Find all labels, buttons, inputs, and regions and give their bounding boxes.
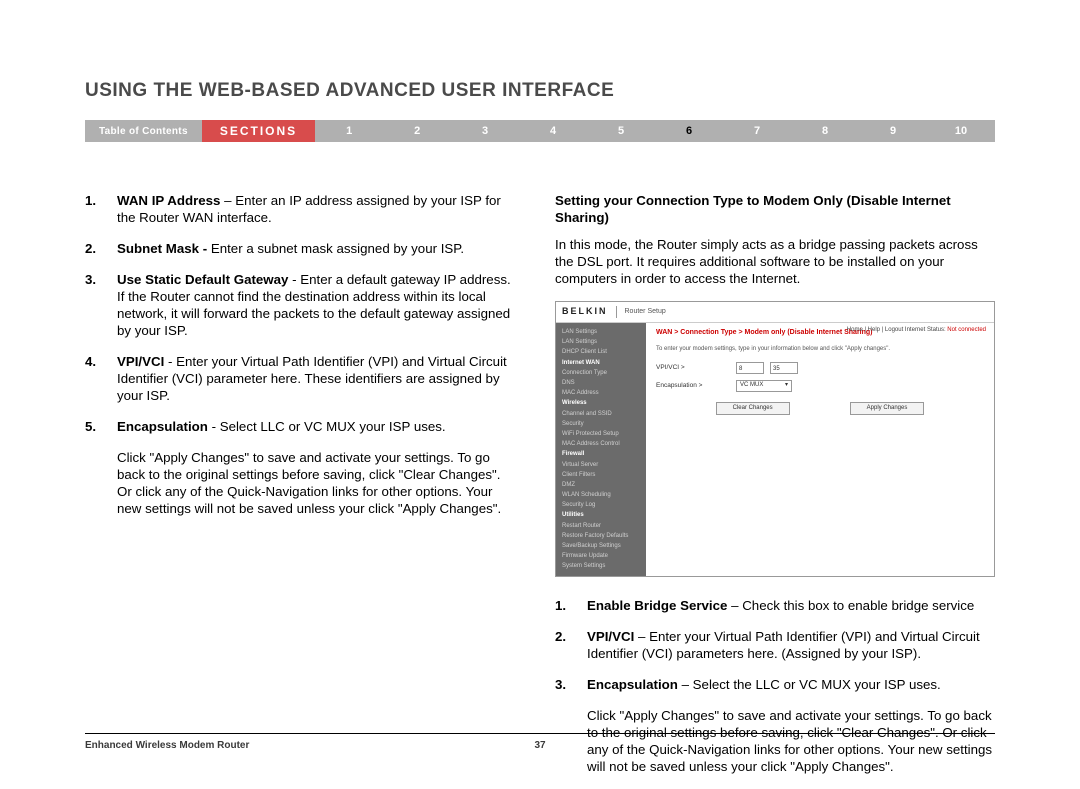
shot-sidebar-item[interactable]: DMZ bbox=[562, 480, 640, 490]
left-list-item: 3.Use Static Default Gateway - Enter a d… bbox=[85, 271, 515, 339]
right-list-item: 1.Enable Bridge Service – Check this box… bbox=[555, 597, 995, 614]
shot-sidebar-item[interactable]: Internet WAN bbox=[562, 358, 640, 368]
list-text: Encapsulation – Select the LLC or VC MUX… bbox=[587, 676, 995, 693]
right-intro: In this mode, the Router simply acts as … bbox=[555, 236, 995, 287]
list-text: Enable Bridge Service – Check this box t… bbox=[587, 597, 995, 614]
shot-sidebar-item[interactable]: Save/Backup Settings bbox=[562, 541, 640, 551]
section-link-6[interactable]: 6 bbox=[655, 120, 723, 142]
list-number: 3. bbox=[555, 676, 587, 693]
shot-sidebar-item[interactable]: Restart Router bbox=[562, 521, 640, 531]
left-list-item: 4.VPI/VCI - Enter your Virtual Path Iden… bbox=[85, 353, 515, 404]
shot-sidebar-item[interactable]: Security Log bbox=[562, 500, 640, 510]
right-list-item: 3.Encapsulation – Select the LLC or VC M… bbox=[555, 676, 995, 693]
list-number: 3. bbox=[85, 271, 117, 339]
list-text: Subnet Mask - Enter a subnet mask assign… bbox=[117, 240, 515, 257]
list-text: Encapsulation - Select LLC or VC MUX you… bbox=[117, 418, 515, 435]
list-number: 1. bbox=[85, 192, 117, 226]
shot-sidebar-item[interactable]: Wireless bbox=[562, 398, 640, 408]
list-number: 5. bbox=[85, 418, 117, 435]
list-number: 4. bbox=[85, 353, 117, 404]
list-number: 2. bbox=[555, 628, 587, 662]
shot-sidebar-item[interactable]: Firewall bbox=[562, 449, 640, 459]
shot-sidebar-item[interactable]: DHCP Client List bbox=[562, 347, 640, 357]
list-number: 1. bbox=[555, 597, 587, 614]
left-list-item: 1.WAN IP Address – Enter an IP address a… bbox=[85, 192, 515, 226]
shot-sidebar-item[interactable]: DNS bbox=[562, 378, 640, 388]
right-column: Setting your Connection Type to Modem On… bbox=[555, 192, 995, 789]
section-link-1[interactable]: 1 bbox=[315, 120, 383, 142]
shot-apply-button[interactable]: Apply Changes bbox=[850, 402, 925, 416]
list-text: WAN IP Address – Enter an IP address ass… bbox=[117, 192, 515, 226]
shot-meta: Home | Help | Logout Internet Status: No… bbox=[847, 327, 986, 335]
list-text: VPI/VCI – Enter your Virtual Path Identi… bbox=[587, 628, 995, 662]
list-number: 2. bbox=[85, 240, 117, 257]
shot-enc-select[interactable]: VC MUX ▾ bbox=[736, 380, 792, 392]
section-link-9[interactable]: 9 bbox=[859, 120, 927, 142]
shot-sidebar-item[interactable]: LAN Settings bbox=[562, 327, 640, 337]
section-link-3[interactable]: 3 bbox=[451, 120, 519, 142]
section-link-10[interactable]: 10 bbox=[927, 120, 995, 142]
shot-sidebar-item[interactable]: System Settings bbox=[562, 561, 640, 571]
sections-label: SECTIONS bbox=[202, 120, 315, 142]
right-subhead: Setting your Connection Type to Modem On… bbox=[555, 192, 995, 226]
shot-title: Router Setup bbox=[625, 308, 666, 317]
shot-sidebar-item[interactable]: MAC Address bbox=[562, 388, 640, 398]
shot-sidebar-item[interactable]: Security bbox=[562, 419, 640, 429]
shot-hint: To enter your modem settings, type in yo… bbox=[656, 346, 984, 354]
section-link-7[interactable]: 7 bbox=[723, 120, 791, 142]
shot-clear-button[interactable]: Clear Changes bbox=[716, 402, 790, 416]
section-link-2[interactable]: 2 bbox=[383, 120, 451, 142]
left-paragraph: Click "Apply Changes" to save and activa… bbox=[117, 449, 515, 517]
shot-sidebar-item[interactable]: Channel and SSID bbox=[562, 409, 640, 419]
shot-sidebar-item[interactable]: MAC Address Control bbox=[562, 439, 640, 449]
shot-vpi-b[interactable]: 35 bbox=[770, 362, 798, 374]
section-link-4[interactable]: 4 bbox=[519, 120, 587, 142]
shot-sidebar-item[interactable]: Connection Type bbox=[562, 368, 640, 378]
shot-sidebar-item[interactable]: Restore Factory Defaults bbox=[562, 531, 640, 541]
shot-vpi-a[interactable]: 8 bbox=[736, 362, 764, 374]
shot-sidebar-item[interactable]: WiFi Protected Setup bbox=[562, 429, 640, 439]
shot-sidebar-item[interactable]: Utilities bbox=[562, 510, 640, 520]
shot-sidebar-item[interactable]: LAN Settings bbox=[562, 337, 640, 347]
chevron-down-icon: ▾ bbox=[785, 382, 788, 390]
shot-sidebar-item[interactable]: Firmware Update bbox=[562, 551, 640, 561]
footer-page-number: 37 bbox=[534, 740, 545, 751]
section-link-5[interactable]: 5 bbox=[587, 120, 655, 142]
toc-link[interactable]: Table of Contents bbox=[85, 120, 202, 142]
shot-enc-label: Encapsulation > bbox=[656, 382, 736, 390]
list-text: Use Static Default Gateway - Enter a def… bbox=[117, 271, 515, 339]
section-link-8[interactable]: 8 bbox=[791, 120, 859, 142]
section-nav: Table of Contents SECTIONS 12345678910 bbox=[85, 120, 995, 142]
shot-sidebar-item[interactable]: Virtual Server bbox=[562, 460, 640, 470]
shot-sidebar: LAN SettingsLAN SettingsDHCP Client List… bbox=[556, 323, 646, 576]
left-list-item: 2.Subnet Mask - Enter a subnet mask assi… bbox=[85, 240, 515, 257]
page-footer: Enhanced Wireless Modem Router 37 bbox=[85, 733, 995, 751]
list-text: VPI/VCI - Enter your Virtual Path Identi… bbox=[117, 353, 515, 404]
shot-sidebar-item[interactable]: Client Filters bbox=[562, 470, 640, 480]
left-list-item: 5.Encapsulation - Select LLC or VC MUX y… bbox=[85, 418, 515, 435]
router-screenshot: BELKIN Router Setup LAN SettingsLAN Sett… bbox=[555, 301, 995, 577]
shot-logo: BELKIN bbox=[562, 306, 608, 318]
right-list-item: 2.VPI/VCI – Enter your Virtual Path Iden… bbox=[555, 628, 995, 662]
left-column: 1.WAN IP Address – Enter an IP address a… bbox=[85, 192, 515, 789]
shot-sidebar-item[interactable]: WLAN Scheduling bbox=[562, 490, 640, 500]
shot-vpi-label: VPI/VCI > bbox=[656, 364, 736, 372]
page-title: USING THE WEB-BASED ADVANCED USER INTERF… bbox=[85, 80, 995, 102]
